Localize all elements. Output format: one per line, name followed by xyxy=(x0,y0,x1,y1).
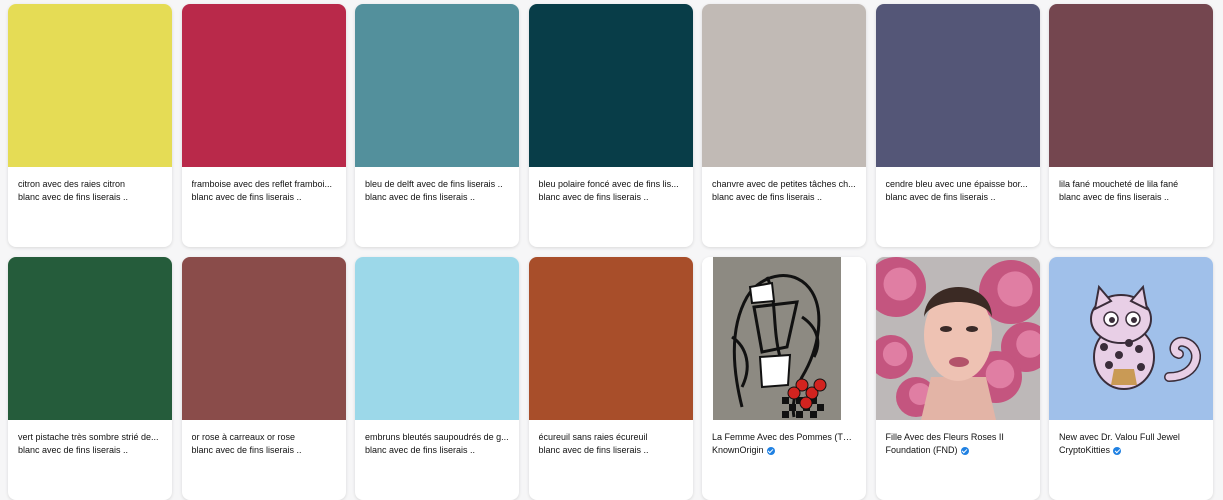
nft-collection-label: blanc avec de fins liserais .. xyxy=(365,192,476,202)
nft-collection-label: CryptoKitties xyxy=(1059,445,1111,455)
nft-card-body: cendre bleu avec une épaisse bor... blan… xyxy=(876,167,1040,204)
nft-thumbnail[interactable] xyxy=(875,257,1040,420)
nft-thumbnail[interactable] xyxy=(1049,4,1213,167)
nft-card-body: bleu polaire foncé avec de fins lis... b… xyxy=(529,167,693,204)
nft-collection-label: blanc avec de fins liserais .. xyxy=(1059,192,1170,202)
nft-card-body: lila fané moucheté de lila fané blanc av… xyxy=(1049,167,1213,204)
nft-collection-label: blanc avec de fins liserais .. xyxy=(365,445,476,455)
nft-thumbnail[interactable] xyxy=(181,257,346,420)
nft-title[interactable]: or rose à carreaux or rose xyxy=(192,431,336,444)
nft-title[interactable]: cendre bleu avec une épaisse bor... xyxy=(886,178,1030,191)
nft-collection-label: KnownOrigin xyxy=(712,445,764,455)
nft-title[interactable]: bleu polaire foncé avec de fins lis... xyxy=(539,178,683,191)
nft-collection-label: blanc avec de fins liserais .. xyxy=(18,192,129,202)
nft-collection[interactable]: blanc avec de fins liserais .. xyxy=(365,191,509,204)
nft-thumbnail[interactable] xyxy=(355,4,519,167)
nft-thumbnail[interactable] xyxy=(181,4,346,167)
nft-card[interactable]: La Femme Avec des Pommes (The... KnownOr… xyxy=(702,257,866,500)
nft-collection[interactable]: blanc avec de fins liserais .. xyxy=(712,191,856,204)
nft-card-body: New avec Dr. Valou Full Jewel CryptoKitt… xyxy=(1049,420,1213,457)
nft-card[interactable]: lila fané moucheté de lila fané blanc av… xyxy=(1049,4,1213,247)
woman-roses-portrait-image xyxy=(875,257,1040,420)
nft-thumbnail[interactable] xyxy=(8,4,172,167)
nft-collection[interactable]: blanc avec de fins liserais .. xyxy=(192,444,336,457)
nft-collection-label: blanc avec de fins liserais .. xyxy=(712,192,823,202)
nft-card-body: chanvre avec de petites tâches ch... bla… xyxy=(702,167,866,204)
nft-card-body: embruns bleutés saupoudrés de g... blanc… xyxy=(355,420,519,457)
nft-thumbnail[interactable] xyxy=(702,257,866,420)
nft-thumbnail[interactable] xyxy=(8,257,172,420)
nft-title[interactable]: vert pistache très sombre strié de... xyxy=(18,431,162,444)
nft-card[interactable]: chanvre avec de petites tâches ch... bla… xyxy=(702,4,866,247)
nft-title[interactable]: New avec Dr. Valou Full Jewel xyxy=(1059,431,1203,444)
nft-card-body: écureuil sans raies écureuil blanc avec … xyxy=(529,420,693,457)
nft-title[interactable]: lila fané moucheté de lila fané xyxy=(1059,178,1203,191)
nft-thumbnail[interactable] xyxy=(528,4,693,167)
nft-thumbnail[interactable] xyxy=(1049,257,1213,420)
nft-collection-label: blanc avec de fins liserais .. xyxy=(538,445,649,455)
nft-card[interactable]: vert pistache très sombre strié de... bl… xyxy=(8,257,172,500)
nft-collection[interactable]: blanc avec de fins liserais .. xyxy=(886,191,1030,204)
nft-card[interactable]: Fille Avec des Fleurs Roses II Foundatio… xyxy=(875,257,1040,500)
nft-thumbnail[interactable] xyxy=(875,4,1040,167)
verified-badge-icon xyxy=(960,446,969,455)
nft-collection[interactable]: blanc avec de fins liserais .. xyxy=(539,444,683,457)
nft-collection-label: Foundation (FND) xyxy=(885,445,958,455)
nft-card[interactable]: New avec Dr. Valou Full Jewel CryptoKitt… xyxy=(1049,257,1213,500)
nft-collection[interactable]: blanc avec de fins liserais .. xyxy=(539,191,683,204)
nft-card[interactable]: bleu polaire foncé avec de fins lis... b… xyxy=(528,4,693,247)
verified-badge-icon xyxy=(766,446,775,455)
nft-collection[interactable]: CryptoKitties xyxy=(1059,444,1203,457)
nft-collection-label: blanc avec de fins liserais .. xyxy=(885,192,996,202)
nft-collection[interactable]: blanc avec de fins liserais .. xyxy=(192,191,336,204)
nft-grid: citron avec des raies citron blanc avec … xyxy=(8,4,1213,500)
nft-collection[interactable]: blanc avec de fins liserais .. xyxy=(18,191,162,204)
picasso-artwork-image xyxy=(702,257,866,420)
nft-card-body: framboise avec des reflet framboi... bla… xyxy=(182,167,346,204)
nft-collection-label: blanc avec de fins liserais .. xyxy=(18,445,129,455)
nft-card[interactable]: citron avec des raies citron blanc avec … xyxy=(8,4,172,247)
nft-collection-label: blanc avec de fins liserais .. xyxy=(191,445,302,455)
nft-title[interactable]: citron avec des raies citron xyxy=(18,178,162,191)
cryptokitty-image xyxy=(1049,257,1213,420)
nft-collection-label: blanc avec de fins liserais .. xyxy=(191,192,302,202)
nft-collection[interactable]: blanc avec de fins liserais .. xyxy=(1059,191,1203,204)
nft-title[interactable]: embruns bleutés saupoudrés de g... xyxy=(365,431,509,444)
nft-thumbnail[interactable] xyxy=(702,4,866,167)
nft-title[interactable]: écureuil sans raies écureuil xyxy=(539,431,683,444)
nft-thumbnail[interactable] xyxy=(528,257,693,420)
nft-thumbnail[interactable] xyxy=(355,257,519,420)
nft-card-body: La Femme Avec des Pommes (The... KnownOr… xyxy=(702,420,866,457)
nft-card-body: or rose à carreaux or rose blanc avec de… xyxy=(182,420,346,457)
nft-card[interactable]: écureuil sans raies écureuil blanc avec … xyxy=(528,257,693,500)
nft-title[interactable]: chanvre avec de petites tâches ch... xyxy=(712,178,856,191)
verified-badge-icon xyxy=(1113,446,1122,455)
nft-title[interactable]: framboise avec des reflet framboi... xyxy=(192,178,336,191)
nft-card[interactable]: embruns bleutés saupoudrés de g... blanc… xyxy=(355,257,519,500)
nft-title[interactable]: La Femme Avec des Pommes (The... xyxy=(712,431,856,444)
nft-collection[interactable]: Foundation (FND) xyxy=(886,444,1030,457)
nft-collection[interactable]: blanc avec de fins liserais .. xyxy=(18,444,162,457)
nft-card[interactable]: cendre bleu avec une épaisse bor... blan… xyxy=(875,4,1040,247)
nft-collection-label: blanc avec de fins liserais .. xyxy=(538,192,649,202)
nft-card[interactable]: framboise avec des reflet framboi... bla… xyxy=(181,4,346,247)
nft-card-body: bleu de delft avec de fins liserais .. b… xyxy=(355,167,519,204)
nft-card[interactable]: or rose à carreaux or rose blanc avec de… xyxy=(181,257,346,500)
nft-card-body: vert pistache très sombre strié de... bl… xyxy=(8,420,172,457)
nft-title[interactable]: bleu de delft avec de fins liserais .. xyxy=(365,178,509,191)
nft-title[interactable]: Fille Avec des Fleurs Roses II xyxy=(886,431,1030,444)
nft-collection[interactable]: blanc avec de fins liserais .. xyxy=(365,444,509,457)
nft-card[interactable]: bleu de delft avec de fins liserais .. b… xyxy=(355,4,519,247)
nft-collection[interactable]: KnownOrigin xyxy=(712,444,856,457)
nft-card-body: citron avec des raies citron blanc avec … xyxy=(8,167,172,204)
nft-card-body: Fille Avec des Fleurs Roses II Foundatio… xyxy=(876,420,1040,457)
